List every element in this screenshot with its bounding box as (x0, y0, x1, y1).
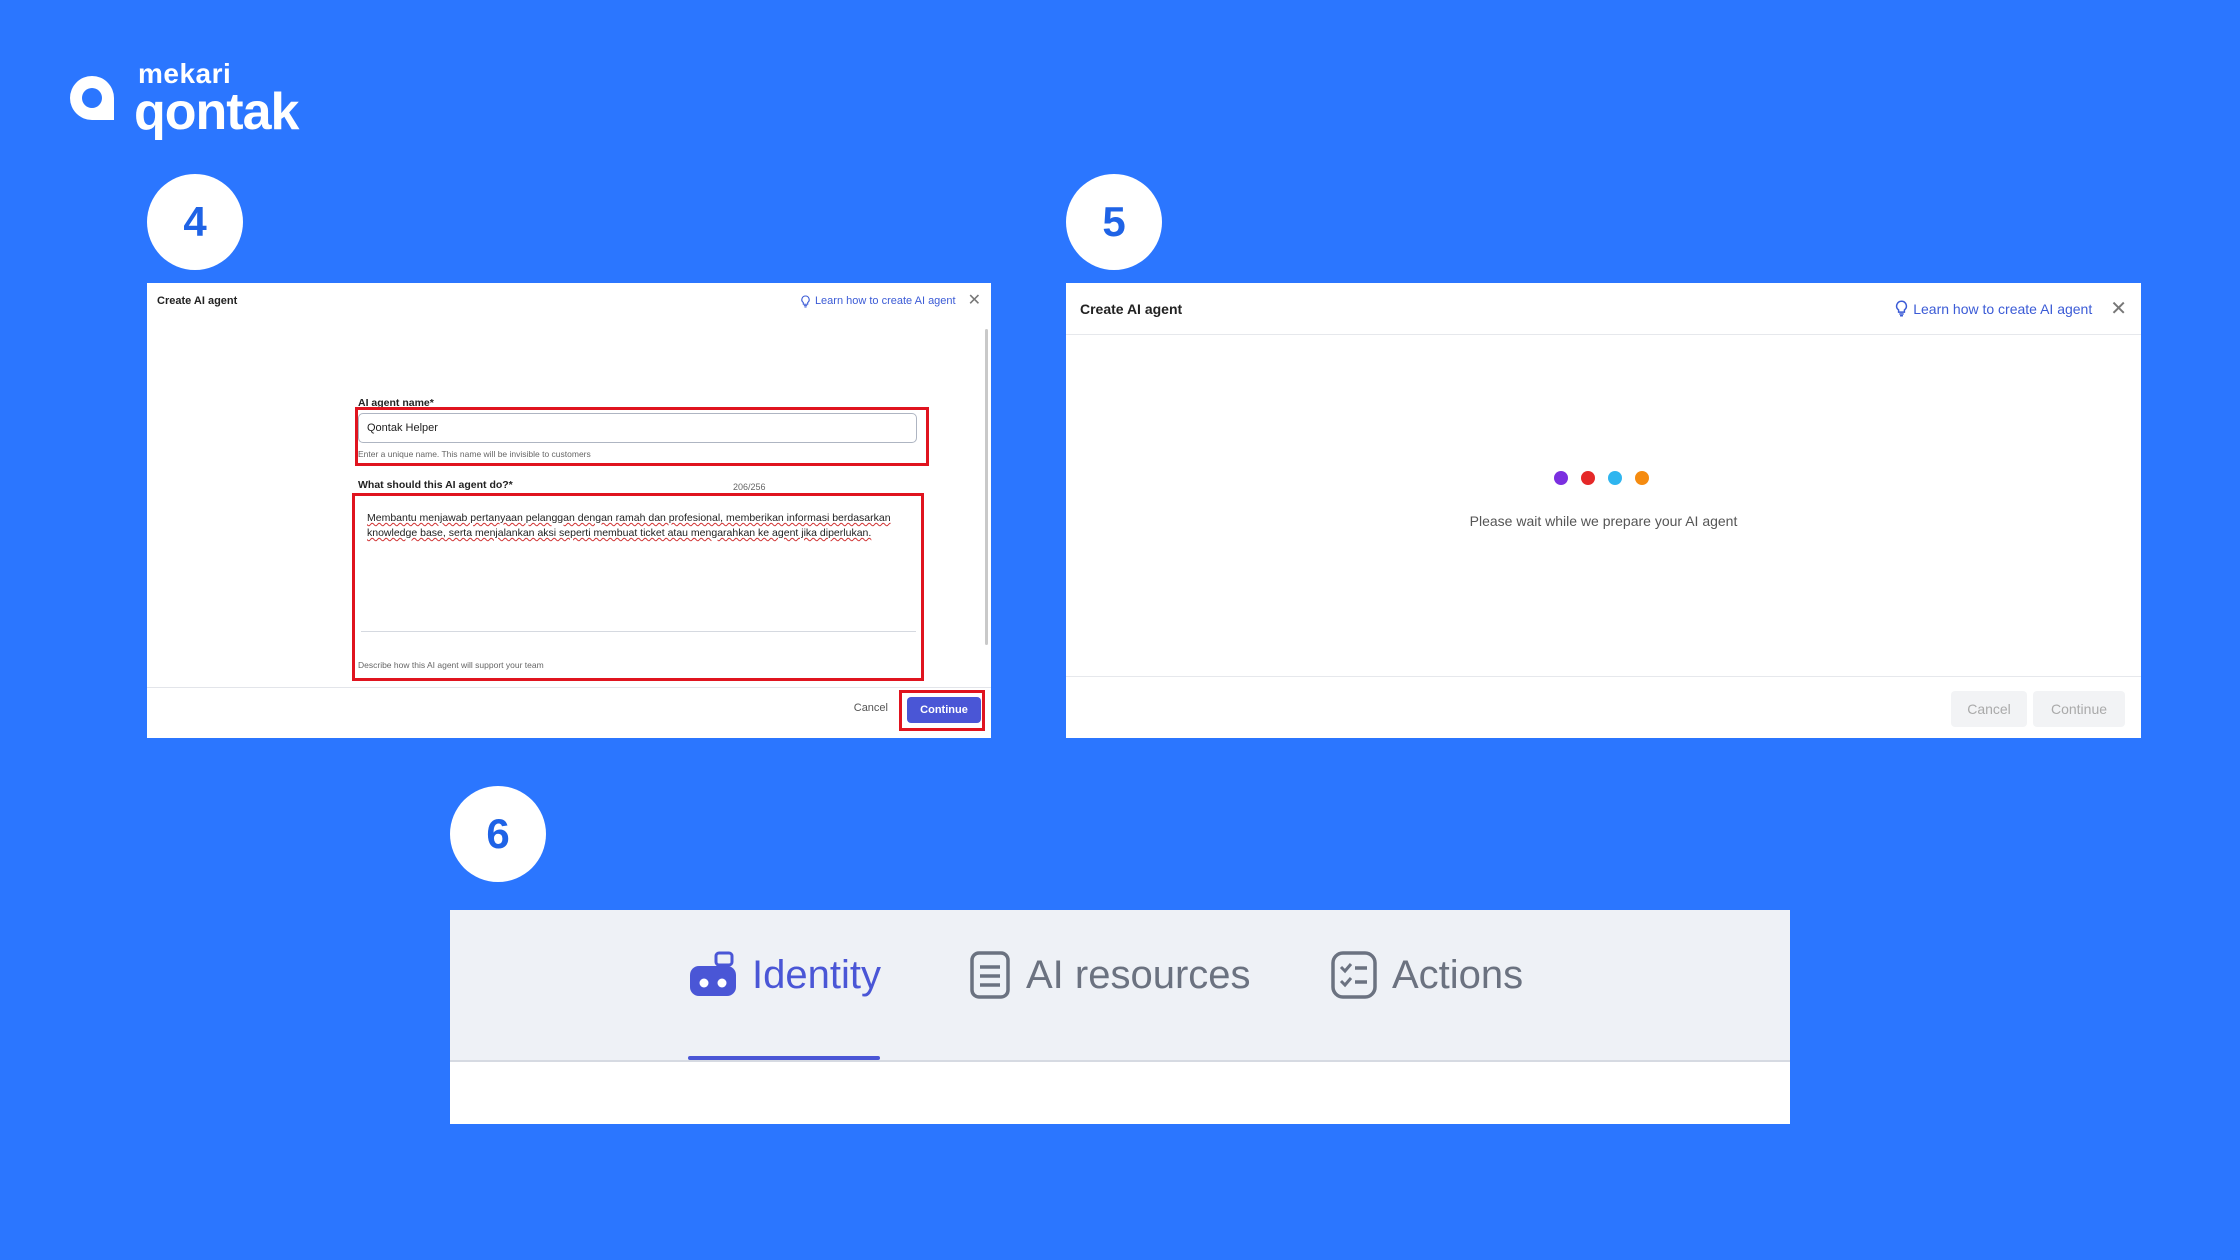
panel-header: Create AI agent Learn how to create AI a… (147, 283, 991, 319)
panel-footer: Cancel Continue (1066, 676, 2141, 738)
agent-task-label: What should this AI agent do?* (358, 479, 513, 491)
lightbulb-icon (801, 294, 810, 308)
tab-ai-resources[interactable]: AI resources (968, 950, 1251, 1000)
create-agent-form-panel: Create AI agent Learn how to create AI a… (147, 283, 991, 738)
tab-ai-resources-label: AI resources (1026, 952, 1251, 997)
highlight-box-continue (899, 690, 985, 731)
checklist-icon (1331, 951, 1377, 999)
continue-button[interactable]: Continue (2033, 691, 2125, 727)
highlight-box-task (352, 493, 924, 681)
loading-dot-3 (1608, 471, 1622, 485)
agent-tabs-panel: Identity AI resources Actions (450, 910, 1790, 1124)
qontak-logo-icon (64, 70, 120, 128)
close-icon[interactable]: ✕ (2110, 299, 2127, 319)
learn-link-label: Learn how to create AI agent (814, 295, 956, 307)
tab-bar: Identity AI resources Actions (450, 910, 1790, 1062)
panel-title: Create AI agent (1080, 300, 1183, 317)
loading-dot-4 (1635, 471, 1649, 485)
tab-actions[interactable]: Actions (1330, 950, 1523, 1000)
close-icon[interactable]: ✕ (968, 293, 981, 309)
panel-title: Create AI agent (157, 295, 238, 307)
char-counter: 206/256 (733, 482, 766, 492)
scrollbar[interactable] (985, 329, 988, 645)
cancel-button[interactable]: Cancel (854, 702, 888, 714)
loading-indicator (1554, 471, 1649, 485)
panel-header: Create AI agent Learn how to create AI a… (1066, 283, 2141, 335)
tab-identity-label: Identity (752, 952, 881, 997)
learn-link-label: Learn how to create AI agent (1913, 300, 2093, 317)
brand-big-text: qontak (134, 83, 299, 141)
step-badge-5: 5 (1066, 174, 1162, 270)
learn-link[interactable]: Learn how to create AI agent (1894, 300, 2092, 317)
step-badge-6: 6 (450, 786, 546, 882)
loading-dot-1 (1554, 471, 1568, 485)
lightbulb-icon (1896, 300, 1908, 317)
create-agent-loading-panel: Create AI agent Learn how to create AI a… (1066, 283, 2141, 738)
brand-logo: mekari qontak (64, 60, 299, 141)
learn-link[interactable]: Learn how to create AI agent (800, 294, 956, 308)
panel-footer: Cancel Continue (147, 687, 991, 738)
cancel-button[interactable]: Cancel (1951, 691, 2027, 727)
active-tab-indicator (688, 1056, 880, 1060)
highlight-box-name (355, 407, 929, 466)
robot-icon (690, 951, 736, 996)
tab-actions-label: Actions (1392, 952, 1524, 997)
document-icon (970, 951, 1010, 999)
step-badge-4: 4 (147, 174, 243, 270)
loading-message: Please wait while we prepare your AI age… (1469, 513, 1738, 529)
loading-dot-2 (1581, 471, 1595, 485)
tab-identity[interactable]: Identity (688, 950, 881, 1000)
